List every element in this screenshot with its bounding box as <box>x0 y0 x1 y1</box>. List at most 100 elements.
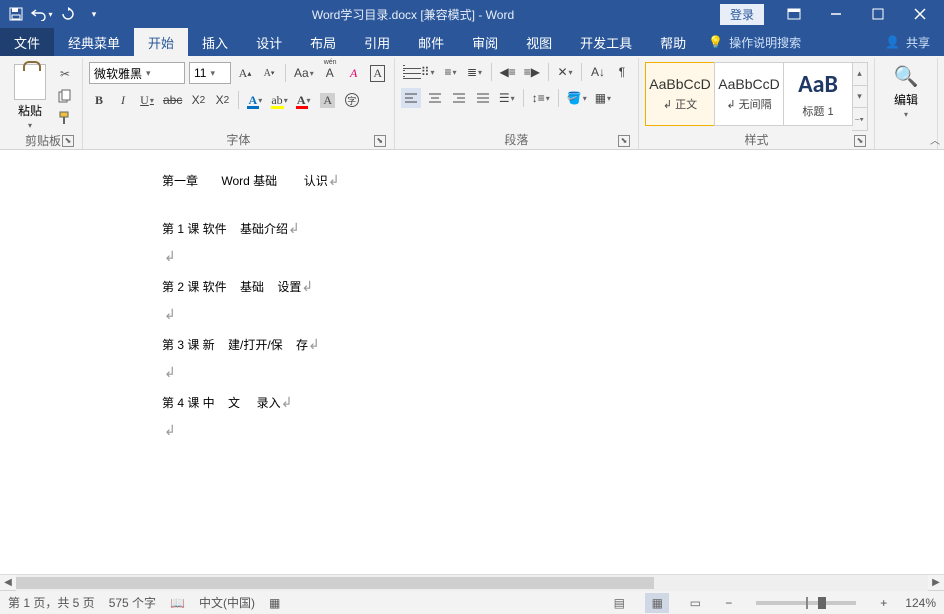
align-right-icon[interactable] <box>449 88 469 108</box>
cut-icon[interactable]: ✂ <box>54 64 76 84</box>
find-button[interactable]: 🔍 编辑 ▾ <box>881 62 931 121</box>
asian-layout-icon[interactable]: ✕▾ <box>555 62 575 82</box>
zoom-level[interactable]: 124% <box>905 596 936 610</box>
tab-insert[interactable]: 插入 <box>188 28 242 56</box>
change-case-icon[interactable]: Aa▾ <box>292 63 316 83</box>
align-center-icon[interactable] <box>425 88 445 108</box>
clipboard-launcher[interactable]: ⬊ <box>62 135 74 147</box>
show-marks-icon[interactable]: ¶ <box>612 62 632 82</box>
tab-review[interactable]: 审阅 <box>458 28 512 56</box>
superscript-button[interactable]: X2 <box>212 90 232 110</box>
scroll-left-icon[interactable]: ◀ <box>0 575 16 591</box>
highlight-icon[interactable]: ab▾ <box>269 90 289 110</box>
read-mode-icon[interactable]: ▤ <box>607 593 631 613</box>
char-border-icon[interactable]: A <box>368 63 388 83</box>
word-count[interactable]: 575 个字 <box>109 594 156 611</box>
page-number[interactable]: 第 1 页，共 5 页 <box>8 594 95 611</box>
char-shading-icon[interactable]: A <box>318 90 338 110</box>
document-area[interactable]: 第一章 Word 基础 认识↲ 第 1 课 软件 基础介绍↲ ↲ 第 2 课 软… <box>0 150 944 574</box>
horizontal-scrollbar[interactable]: ◀ ▶ <box>0 574 944 590</box>
tab-references[interactable]: 引用 <box>350 28 404 56</box>
grow-font-icon[interactable]: A▴ <box>235 63 255 83</box>
font-size-combo[interactable]: 11▾ <box>189 62 231 84</box>
redo-icon[interactable] <box>56 2 80 26</box>
borders-icon[interactable]: ▦▾ <box>593 88 613 108</box>
styles-down-icon[interactable]: ▾ <box>852 86 867 109</box>
qat-customize-icon[interactable]: ▾ <box>82 2 106 26</box>
ribbon: 粘贴 ▾ ✂ 剪贴板⬊ 微软雅黑▾ 11▾ A▴ A▾ Aa▾ Awén A A <box>0 56 944 150</box>
share-button[interactable]: 👤共享 <box>871 28 944 56</box>
tab-mailings[interactable]: 邮件 <box>404 28 458 56</box>
style-normal[interactable]: AaBbCcD ↲ 正文 <box>645 62 715 126</box>
increase-indent-icon[interactable]: ≡▶ <box>522 62 542 82</box>
styles-more-icon[interactable]: ⎯▾ <box>852 108 867 130</box>
ribbon-tabs: 文件 经典菜单 开始 插入 设计 布局 引用 邮件 审阅 视图 开发工具 帮助 … <box>0 28 944 56</box>
strikethrough-button[interactable]: abc <box>161 90 184 110</box>
tab-view[interactable]: 视图 <box>512 28 566 56</box>
scroll-track[interactable] <box>16 575 928 591</box>
language[interactable]: 中文(中国) <box>199 594 255 611</box>
ribbon-display-icon[interactable] <box>774 0 814 28</box>
italic-button[interactable]: I <box>113 90 133 110</box>
macro-icon[interactable]: ▦ <box>269 596 280 610</box>
minimize-icon[interactable] <box>816 0 856 28</box>
styles-scroll: ▴ ▾ ⎯▾ <box>852 62 868 131</box>
align-left-icon[interactable] <box>401 88 421 108</box>
shrink-font-icon[interactable]: A▾ <box>259 63 279 83</box>
paste-button[interactable]: 粘贴 ▾ <box>10 62 50 132</box>
font-name-combo[interactable]: 微软雅黑▾ <box>89 62 185 84</box>
numbering-icon[interactable]: ≡▾ <box>441 62 461 82</box>
maximize-icon[interactable] <box>858 0 898 28</box>
quick-access-toolbar: ▾ ▾ <box>4 2 106 26</box>
styles-up-icon[interactable]: ▴ <box>852 63 867 86</box>
spellcheck-icon[interactable]: 📖 <box>170 596 185 610</box>
underline-button[interactable]: U▾ <box>137 90 157 110</box>
multilevel-icon[interactable]: ≣▾ <box>465 62 485 82</box>
sort-icon[interactable]: A↓ <box>588 62 608 82</box>
decrease-indent-icon[interactable]: ◀≡ <box>498 62 518 82</box>
distributed-icon[interactable]: ☰▾ <box>497 88 517 108</box>
styles-launcher[interactable]: ⬊ <box>854 135 866 147</box>
style-no-spacing[interactable]: AaBbCcD ↲ 无间隔 <box>714 62 784 126</box>
share-icon: 👤 <box>885 35 900 49</box>
copy-icon[interactable] <box>54 86 76 106</box>
web-layout-icon[interactable]: ▭ <box>683 593 707 613</box>
enclose-char-icon[interactable]: 字 <box>342 90 362 110</box>
justify-icon[interactable] <box>473 88 493 108</box>
tab-layout[interactable]: 布局 <box>296 28 350 56</box>
tab-file[interactable]: 文件 <box>0 28 54 56</box>
zoom-thumb[interactable] <box>818 597 826 609</box>
zoom-in-icon[interactable]: + <box>876 596 891 610</box>
scroll-thumb[interactable] <box>16 577 654 589</box>
shading-icon[interactable]: 🪣▾ <box>565 88 589 108</box>
bullets-icon[interactable]: ⠿▾ <box>401 62 437 82</box>
paragraph-launcher[interactable]: ⬊ <box>618 135 630 147</box>
clear-format-icon[interactable]: A <box>344 63 364 83</box>
print-layout-icon[interactable]: ▦ <box>645 593 669 613</box>
collapse-ribbon-icon[interactable]: ︿ <box>930 132 940 147</box>
subscript-button[interactable]: X2 <box>188 90 208 110</box>
tab-home[interactable]: 开始 <box>134 28 188 56</box>
phonetic-guide-icon[interactable]: Awén <box>320 63 340 83</box>
tab-help[interactable]: 帮助 <box>646 28 700 56</box>
scroll-right-icon[interactable]: ▶ <box>928 575 944 591</box>
format-painter-icon[interactable] <box>54 108 76 128</box>
style-heading1[interactable]: AaB 标题 1 <box>783 62 853 126</box>
tab-developer[interactable]: 开发工具 <box>566 28 646 56</box>
close-icon[interactable] <box>900 0 940 28</box>
undo-icon[interactable]: ▾ <box>30 2 54 26</box>
line-spacing-icon[interactable]: ↕≡▾ <box>530 88 552 108</box>
page-content[interactable]: 第一章 Word 基础 认识↲ 第 1 课 软件 基础介绍↲ ↲ 第 2 课 软… <box>0 150 944 450</box>
font-launcher[interactable]: ⬊ <box>374 135 386 147</box>
zoom-out-icon[interactable]: − <box>721 596 736 610</box>
bold-button[interactable]: B <box>89 90 109 110</box>
tell-me[interactable]: 💡操作说明搜索 <box>708 28 801 56</box>
font-color-icon[interactable]: A▾ <box>294 90 314 110</box>
text-effects-icon[interactable]: A▾ <box>245 90 265 110</box>
window-title: Word学习目录.docx [兼容模式] - Word <box>106 6 720 23</box>
zoom-slider[interactable] <box>756 601 856 605</box>
tab-design[interactable]: 设计 <box>242 28 296 56</box>
save-icon[interactable] <box>4 2 28 26</box>
tab-classic[interactable]: 经典菜单 <box>54 28 134 56</box>
login-button[interactable]: 登录 <box>720 4 764 25</box>
